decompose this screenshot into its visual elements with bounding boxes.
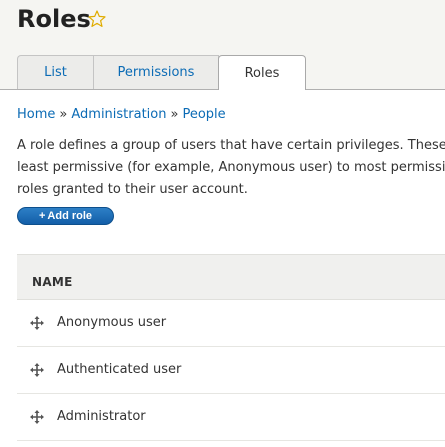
breadcrumb-separator: » (59, 107, 68, 122)
drag-handle-icon[interactable] (30, 410, 44, 424)
tab-roles[interactable]: Roles (218, 55, 306, 90)
star-outline-icon[interactable] (87, 9, 107, 29)
breadcrumb-home[interactable]: Home (17, 107, 55, 122)
page-title: Roles (17, 5, 91, 33)
plus-icon: + (38, 210, 46, 222)
tab-permissions-label: Permissions (117, 65, 195, 80)
add-role-button[interactable]: + Add role (17, 207, 114, 225)
breadcrumb-separator: » (170, 107, 179, 122)
role-name: Administrator (57, 409, 146, 424)
tab-permissions[interactable]: Permissions (93, 55, 219, 89)
roles-description: A role defines a group of users that hav… (17, 135, 445, 201)
drag-handle-icon[interactable] (30, 316, 44, 330)
table-row: Administrator (17, 394, 445, 441)
column-header-name[interactable]: NAME (32, 275, 73, 289)
breadcrumb: Home» Administration» People (17, 107, 226, 122)
description-line: least permissive (for example, Anonymous… (17, 160, 445, 175)
add-role-label: Add role (47, 210, 93, 222)
tab-roles-label: Roles (244, 65, 280, 81)
description-line: roles granted to their user account. (17, 182, 248, 197)
role-name: Authenticated user (57, 362, 182, 377)
tab-list[interactable]: List (17, 55, 94, 89)
tab-list-label: List (44, 65, 67, 80)
table-row: Authenticated user (17, 347, 445, 394)
breadcrumb-administration[interactable]: Administration (71, 107, 166, 122)
table-header: NAME (17, 255, 445, 300)
table-row: Anonymous user (17, 300, 445, 347)
description-line: A role defines a group of users that hav… (17, 138, 445, 153)
breadcrumb-people[interactable]: People (182, 107, 225, 122)
drag-handle-icon[interactable] (30, 363, 44, 377)
role-name: Anonymous user (57, 315, 167, 330)
